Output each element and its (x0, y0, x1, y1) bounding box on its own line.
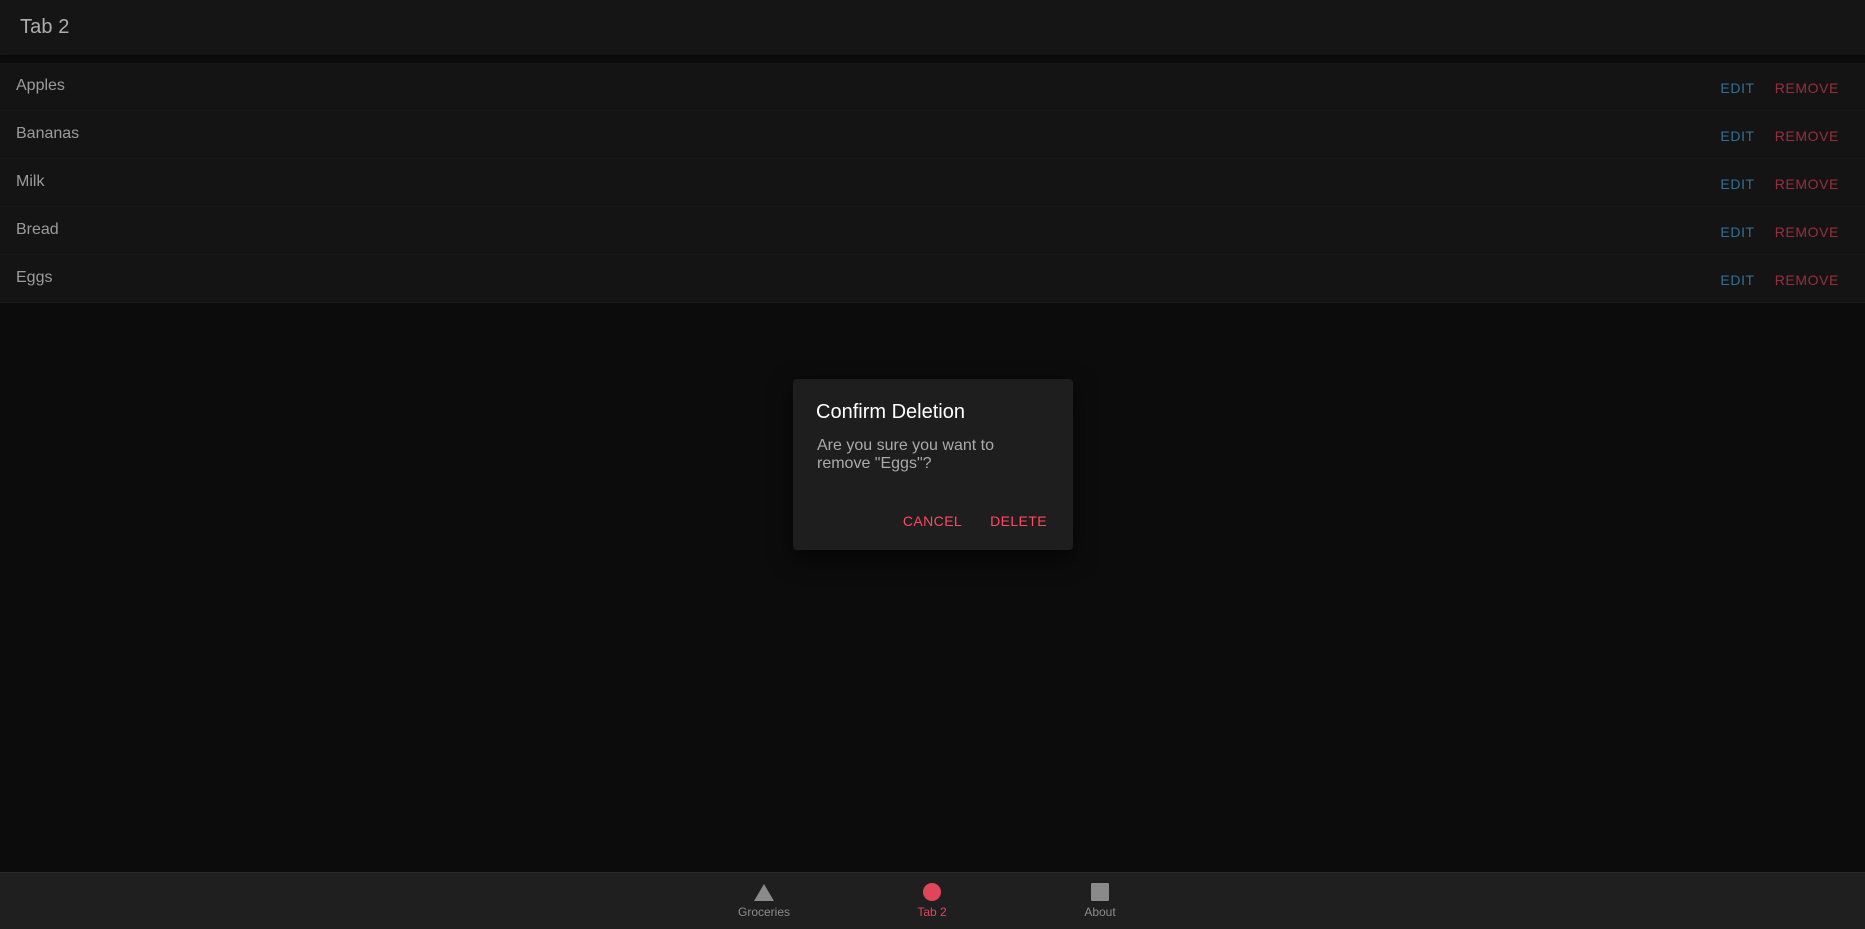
tab-icon-wrap (1060, 881, 1140, 903)
tab-icon-wrap (724, 881, 804, 903)
tab-tab2[interactable]: Tab 2 (892, 881, 972, 919)
delete-button[interactable]: DELETE (990, 513, 1047, 529)
dialog-buttons: CANCEL DELETE (903, 513, 1047, 529)
tab-groceries[interactable]: Groceries (724, 881, 804, 919)
confirm-deletion-dialog: Confirm Deletion Are you sure you want t… (793, 379, 1073, 550)
tab-label: Groceries (737, 905, 790, 919)
dialog-title: Confirm Deletion (816, 401, 965, 423)
tab-label: Tab 2 (917, 905, 947, 919)
tab-label: About (1084, 905, 1116, 919)
tab-icon-wrap (892, 881, 972, 903)
cancel-button[interactable]: CANCEL (903, 513, 962, 529)
square-icon (1091, 883, 1109, 901)
circle-icon (923, 883, 941, 901)
tab-bar: Groceries Tab 2 About (0, 872, 1865, 929)
app: Tab 2 Apples EDIT REMOVE Bananas EDIT RE… (0, 0, 1865, 929)
dialog-message: Are you sure you want to remove "Eggs"? (817, 437, 994, 472)
triangle-icon (754, 883, 774, 901)
tab-about[interactable]: About (1060, 881, 1140, 919)
